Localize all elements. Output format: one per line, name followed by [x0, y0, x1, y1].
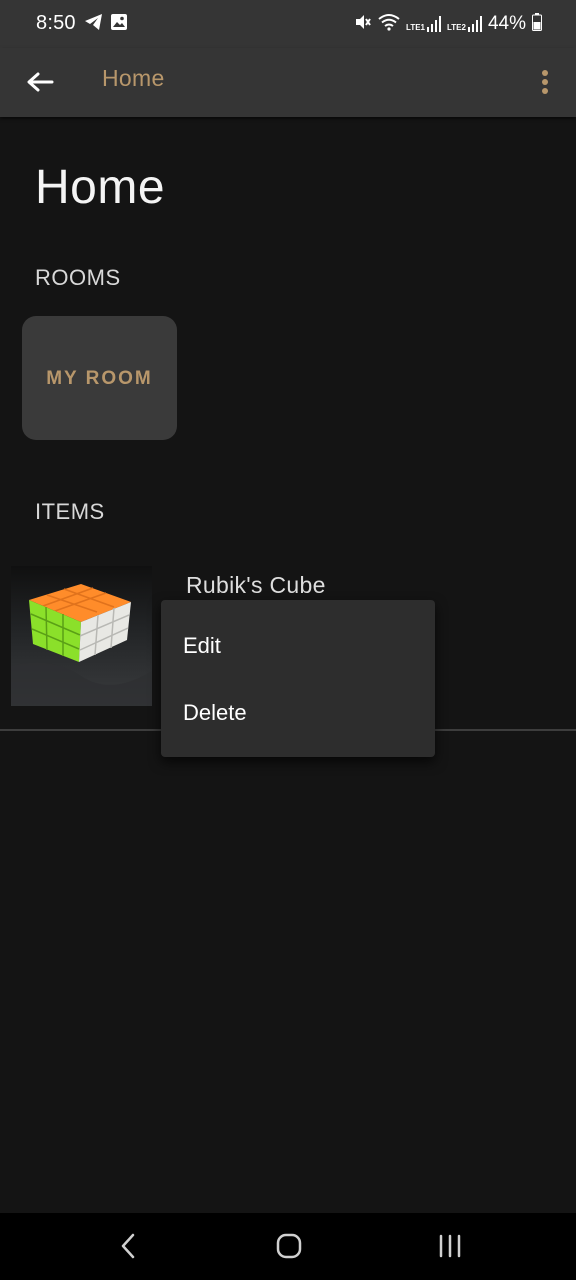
more-vertical-icon — [542, 70, 548, 94]
status-time: 8:50 — [36, 12, 76, 34]
app-bar: Home — [0, 48, 576, 117]
gallery-icon — [110, 13, 128, 36]
nav-home-button[interactable] — [269, 1229, 309, 1263]
battery-percent: 44% — [487, 13, 526, 34]
lte2-label: LTE2 — [447, 23, 466, 32]
item-name: Rubik's Cube — [186, 572, 326, 598]
wifi-icon — [378, 13, 400, 36]
nav-home-icon — [276, 1233, 302, 1259]
items-section-header: ITEMS — [35, 499, 105, 524]
status-bar: 8:50 LTE1 LTE2 44% — [0, 0, 576, 48]
arrow-left-icon — [27, 72, 54, 92]
page-title: Home — [35, 161, 166, 214]
app-bar-title: Home — [102, 65, 165, 91]
menu-item-delete[interactable]: Delete — [161, 681, 435, 745]
nav-back-icon — [121, 1233, 135, 1259]
nav-back-button[interactable] — [108, 1229, 148, 1263]
room-card-my-room[interactable]: MY ROOM — [22, 316, 177, 440]
nav-recents-button[interactable] — [430, 1229, 470, 1263]
lte1-label: LTE1 — [406, 23, 425, 32]
item-thumbnail — [11, 566, 152, 706]
room-card-label: MY ROOM — [46, 367, 153, 389]
context-menu: Edit Delete — [161, 600, 435, 757]
more-options-button[interactable] — [530, 64, 560, 100]
battery-icon — [532, 12, 542, 36]
status-left-icons — [84, 13, 128, 36]
rooms-section-header: ROOMS — [35, 265, 121, 290]
nav-recents-icon — [439, 1234, 461, 1258]
telegram-icon — [84, 13, 104, 36]
menu-item-edit[interactable]: Edit — [161, 614, 435, 678]
mute-icon — [354, 13, 372, 36]
back-button[interactable] — [20, 64, 60, 100]
system-nav-bar — [0, 1213, 576, 1280]
volte-lte2-signal-icon: LTE2 — [447, 16, 482, 32]
volte-lte1-signal-icon: LTE1 — [406, 16, 441, 32]
status-right-icons: LTE1 LTE2 44% — [354, 12, 542, 36]
